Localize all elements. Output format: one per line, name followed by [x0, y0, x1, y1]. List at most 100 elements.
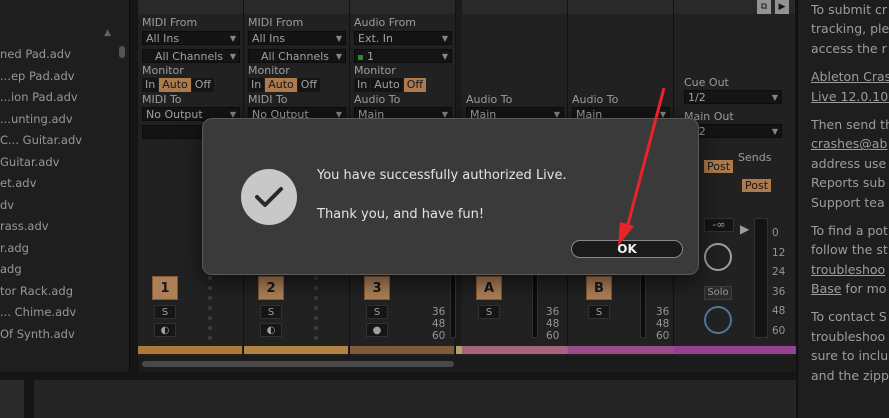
browser-item[interactable]: ...ion Pad.adv: [0, 87, 129, 109]
monitor-off-button[interactable]: Off: [297, 78, 321, 92]
help-text-line: troubleshoo: [811, 328, 886, 344]
help-text-fragment: for mo: [841, 281, 887, 297]
help-link[interactable]: crashes@ab: [811, 134, 889, 153]
browser-item[interactable]: dv: [0, 195, 129, 217]
return-activator-a[interactable]: A: [476, 276, 502, 300]
level-marker-icon[interactable]: ▶: [740, 222, 749, 236]
sends-label: Sends: [738, 151, 772, 164]
track-color-1: [138, 346, 242, 354]
chevron-down-icon: ▼: [771, 127, 778, 136]
browser-scrollbar[interactable]: [119, 46, 125, 58]
volume-readout[interactable]: -∞: [704, 218, 734, 232]
dialog-submessage: Thank you, and have fun!: [317, 207, 485, 222]
monitor-in-button[interactable]: In: [142, 78, 159, 92]
solo-button[interactable]: S: [588, 305, 610, 319]
browser-item[interactable]: ...ep Pad.adv: [0, 66, 129, 88]
help-text-line: tracking, ple: [811, 21, 889, 37]
midi-from-label: MIDI From: [248, 16, 304, 29]
send-post-button[interactable]: Post: [704, 160, 734, 173]
input-level-indicator: [358, 55, 363, 60]
browser-panel: ▲ ned Pad.adv ...ep Pad.adv ...ion Pad.adv…: [0, 0, 130, 372]
cue-out-select[interactable]: 1/2 ▼: [684, 90, 782, 104]
help-text-line: address use: [811, 155, 887, 171]
solo-button[interactable]: S: [478, 305, 500, 319]
monitor-switch: In Auto Off: [248, 78, 321, 92]
monitor-label: Monitor: [354, 64, 396, 77]
track-color-3: [350, 346, 454, 354]
input-type-select[interactable]: All Ins ▼: [248, 31, 346, 45]
browser-item[interactable]: C... Guitar.adv: [0, 130, 129, 152]
solo-button[interactable]: S: [154, 305, 176, 319]
browser-item[interactable]: Guitar.adv: [0, 152, 129, 174]
browser-item[interactable]: adg: [0, 259, 129, 281]
bottom-left-panel: [0, 380, 24, 418]
bottom-status-bar: [34, 380, 796, 418]
audio-to-label: Audio To: [466, 93, 513, 106]
browser-item[interactable]: tor Rack.adg: [0, 281, 129, 303]
help-text-line: sure to inclu: [811, 348, 889, 364]
ok-button[interactable]: OK: [571, 240, 683, 258]
monitor-in-button[interactable]: In: [248, 78, 265, 92]
mixer-horizontal-scrollbar[interactable]: [142, 361, 454, 367]
solo-cue-button[interactable]: Solo: [704, 286, 732, 300]
audio-to-label: Audio To: [354, 93, 401, 106]
chevron-down-icon: ▼: [441, 34, 448, 43]
browser-item[interactable]: ... Chime.adv: [0, 302, 129, 324]
collapse-triangle-icon[interactable]: ▲: [104, 28, 111, 38]
track-activator-2[interactable]: 2: [258, 276, 284, 300]
monitor-auto-button[interactable]: Auto: [159, 78, 191, 92]
chevron-down-icon: ▼: [229, 52, 236, 61]
monitor-auto-button[interactable]: Auto: [265, 78, 297, 92]
input-channel-select[interactable]: 1 ▼: [354, 49, 452, 63]
checkmark-icon: [241, 169, 297, 225]
help-view: To submit cr tracking, ple access the r Abl…: [797, 0, 889, 418]
chevron-down-icon: ▼: [335, 34, 342, 43]
arm-button[interactable]: ●: [366, 323, 388, 337]
track-activator-3[interactable]: 3: [364, 276, 390, 300]
solo-button[interactable]: S: [260, 305, 282, 319]
cue-volume-knob[interactable]: [704, 306, 732, 334]
help-link[interactable]: Live 12.0.10.: [811, 87, 889, 106]
browser-item[interactable]: et.adv: [0, 173, 129, 195]
help-text-line: and the zipp: [811, 367, 889, 383]
browser-item[interactable]: r.adg: [0, 238, 129, 260]
meter-dots: [314, 276, 318, 346]
arm-button[interactable]: ◐: [154, 323, 176, 337]
pan-knob[interactable]: [704, 243, 732, 271]
help-link[interactable]: Ableton Cras: [811, 67, 889, 86]
monitor-label: Monitor: [248, 64, 290, 77]
browser-item[interactable]: ned Pad.adv: [0, 44, 129, 66]
record-arm-icon: ◐: [160, 325, 170, 336]
monitor-off-button[interactable]: Off: [403, 78, 427, 92]
solo-button[interactable]: S: [366, 305, 388, 319]
master-volume-fader[interactable]: [754, 218, 768, 338]
input-type-select[interactable]: All Ins ▼: [142, 31, 240, 45]
monitor-off-button[interactable]: Off: [191, 78, 215, 92]
track-activator-1[interactable]: 1: [152, 276, 178, 300]
db-scale: 36 48 60: [432, 306, 446, 342]
return-activator-b[interactable]: B: [586, 276, 612, 300]
record-arm-icon: ◐: [266, 325, 276, 336]
help-text-line: To find a pot: [811, 222, 888, 238]
chevron-down-icon: ▼: [441, 52, 448, 61]
return-post-button[interactable]: Post: [742, 179, 772, 192]
chevron-down-icon: ▼: [335, 52, 342, 61]
db-scale: 36 48 60: [546, 306, 560, 342]
input-channel-select[interactable]: All Channels ▼: [248, 49, 346, 63]
cue-out-label: Cue Out: [684, 76, 729, 89]
input-type-select[interactable]: Ext. In ▼: [354, 31, 452, 45]
arm-button[interactable]: ◐: [260, 323, 282, 337]
fold-icon[interactable]: ⧉: [757, 0, 771, 14]
help-link[interactable]: troubleshoo: [811, 260, 889, 279]
browser-item[interactable]: ...unting.adv: [0, 109, 129, 131]
play-icon[interactable]: ▶: [775, 0, 789, 14]
help-text: To submit cr tracking, ple access the r Abl…: [811, 0, 889, 385]
browser-item[interactable]: Of Synth.adv: [0, 324, 129, 346]
monitor-auto-button[interactable]: Auto: [371, 78, 403, 92]
help-text-line: follow the st: [811, 242, 888, 258]
monitor-in-button[interactable]: In: [354, 78, 371, 92]
help-link[interactable]: Base: [811, 281, 841, 296]
browser-item[interactable]: rass.adv: [0, 216, 129, 238]
input-channel-select[interactable]: All Channels ▼: [142, 49, 240, 63]
browser-header: ▲: [0, 0, 129, 44]
